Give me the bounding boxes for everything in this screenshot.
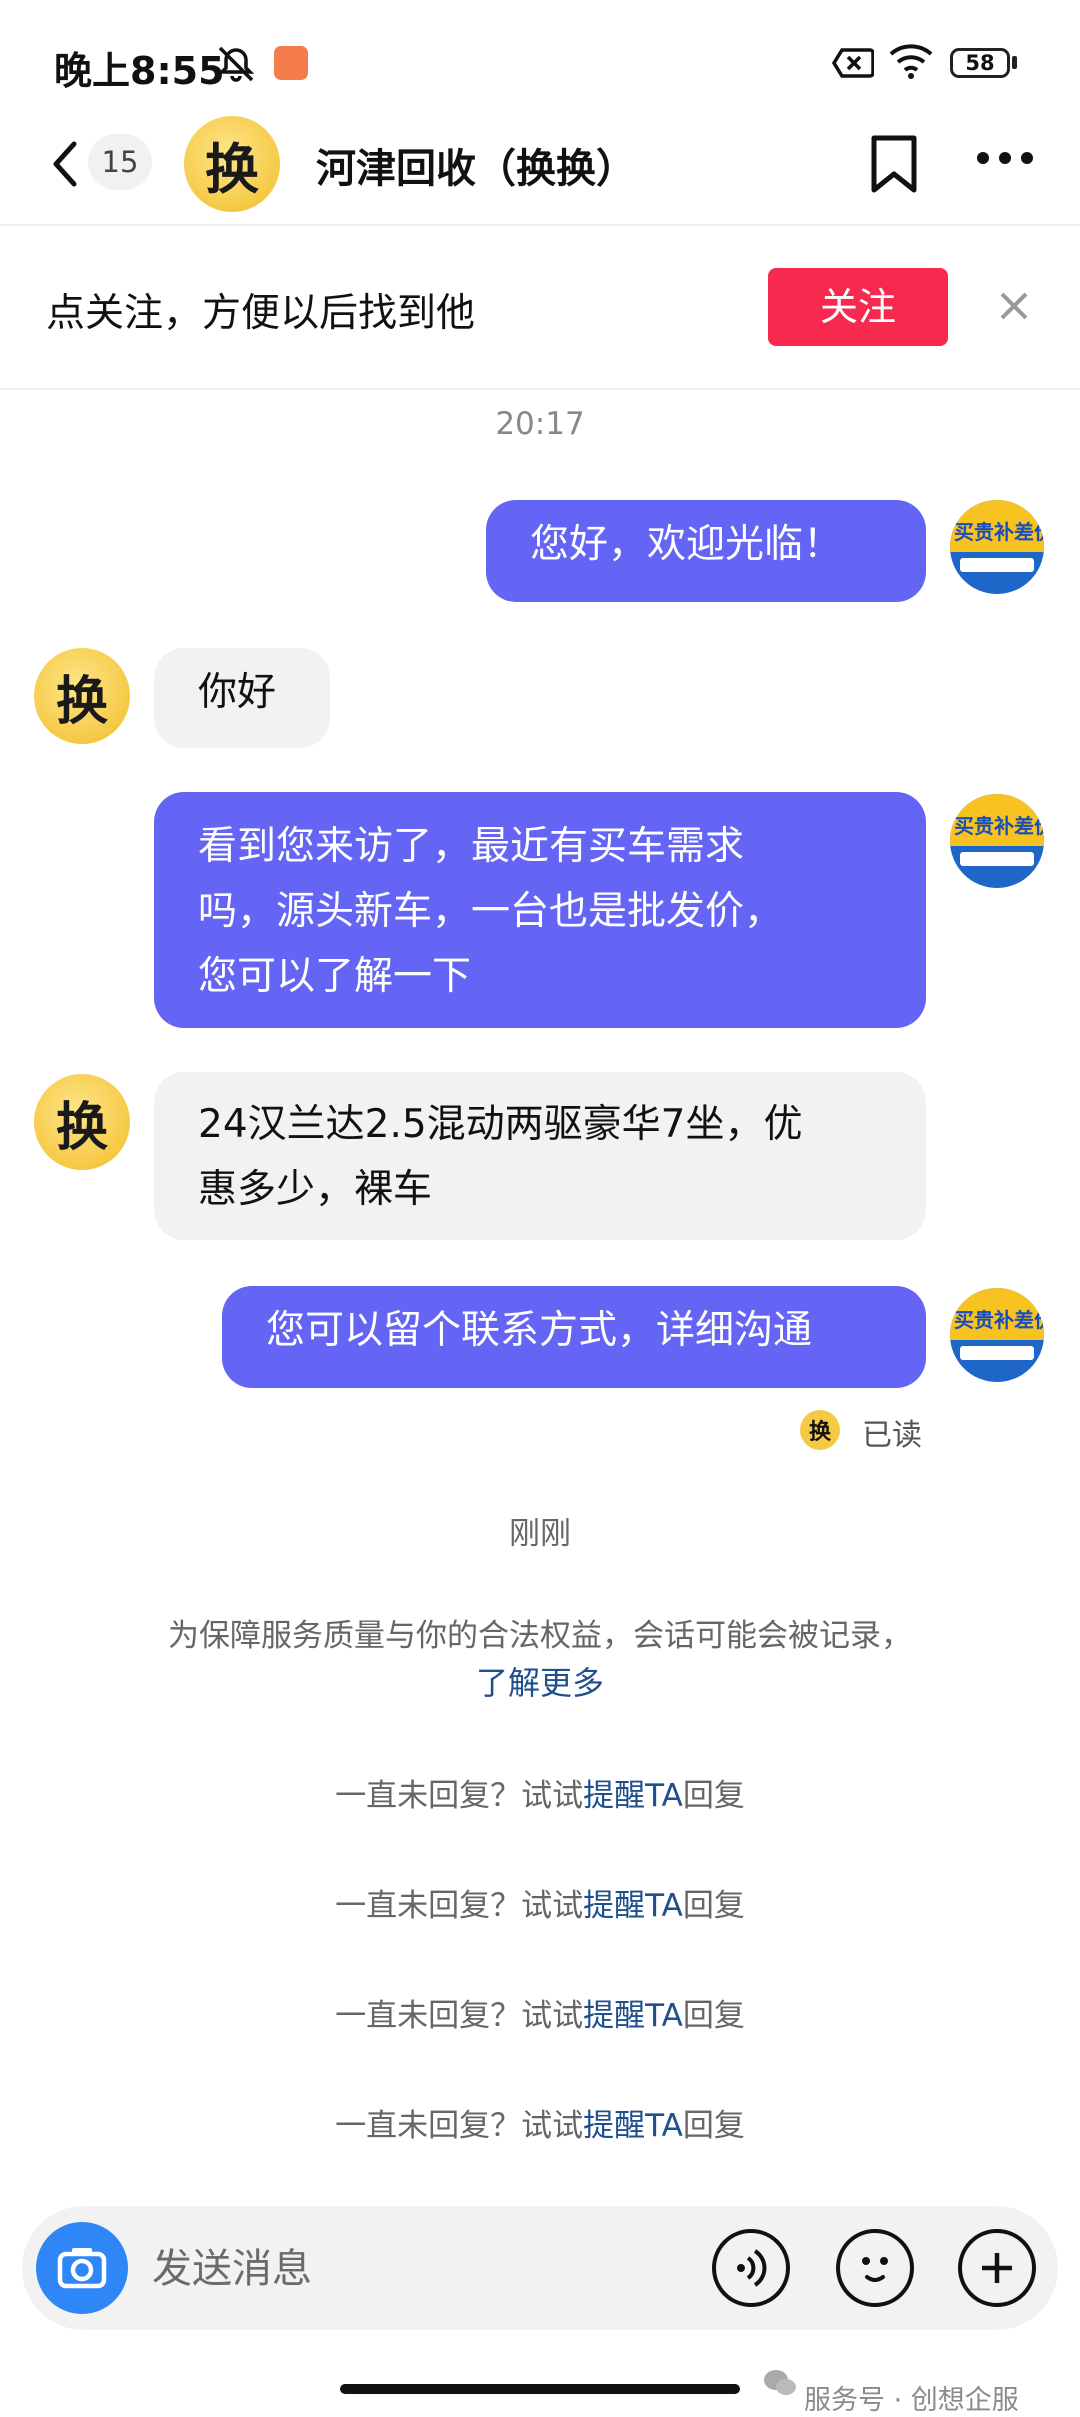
remind-link[interactable]: 提醒TA — [583, 1778, 683, 1814]
home-indicator[interactable] — [340, 2384, 740, 2394]
watermark: 服务号 · 创想企服 — [804, 2385, 1019, 2416]
message-line: 惠多少，裸车 — [198, 1167, 433, 1212]
reminder-prefix: 一直未回复？试试 — [335, 2108, 584, 2144]
reminder-suffix: 回复 — [682, 2108, 745, 2144]
contact-avatar[interactable]: 换 — [184, 116, 280, 212]
follow-tip: 点关注，方便以后找到他 — [46, 291, 476, 336]
contact-avatar-small[interactable]: 换 — [34, 648, 130, 744]
camera-button[interactable] — [36, 2222, 128, 2314]
header-divider — [0, 224, 1080, 226]
message-bubble-incoming[interactable]: 24汉兰达2.5混动两驱豪华7坐，优 惠多少，裸车 — [154, 1072, 926, 1240]
reminder-prompt: 一直未回复？试试提醒TA回复 — [0, 1770, 1080, 1815]
camera-icon — [57, 2248, 107, 2289]
reminder-prefix: 一直未回复？试试 — [335, 1778, 584, 1814]
more-options-icon[interactable] — [976, 150, 1034, 169]
message-bubble-outgoing[interactable]: 您好，欢迎光临！ — [486, 500, 926, 602]
message-bubble-incoming[interactable]: 你好 — [154, 648, 330, 748]
back-icon[interactable] — [50, 140, 80, 192]
read-status: 已读 — [862, 1418, 922, 1453]
chat-title: 河津回收（换换） — [316, 146, 636, 192]
reminder-prefix: 一直未回复？试试 — [335, 1888, 584, 1924]
remind-link[interactable]: 提醒TA — [583, 2108, 683, 2144]
my-avatar[interactable]: 买贵补差价 — [950, 1288, 1044, 1382]
unread-count-badge[interactable]: 15 — [88, 134, 152, 190]
contact-avatar-small[interactable]: 换 — [34, 1074, 130, 1170]
wifi-icon — [888, 42, 934, 84]
message-input[interactable] — [150, 2236, 674, 2302]
status-time: 晚上8:55 — [54, 49, 225, 93]
battery-tip — [1012, 56, 1017, 69]
message-line: 24汉兰达2.5混动两驱豪华7坐，优 — [198, 1102, 803, 1147]
read-receipt-avatar: 换 — [800, 1410, 840, 1450]
close-icon[interactable] — [998, 290, 1030, 326]
learn-more-link[interactable]: 了解更多 — [0, 1658, 1080, 1704]
message-bubble-outgoing[interactable]: 您可以留个联系方式，详细沟通 — [222, 1286, 926, 1388]
voice-icon[interactable] — [712, 2229, 790, 2307]
my-avatar[interactable]: 买贵补差价 — [950, 500, 1044, 594]
message-line: 看到您来访了，最近有买车需求 — [198, 824, 745, 869]
remind-link[interactable]: 提醒TA — [583, 1998, 683, 2034]
battery-indicator: 58 — [950, 48, 1010, 78]
remind-link[interactable]: 提醒TA — [583, 1888, 683, 1924]
alarm-off-icon — [214, 42, 258, 90]
chat-timestamp: 20:17 — [495, 406, 585, 442]
privacy-notice: 为保障服务质量与你的合法权益，会话可能会被记录， — [168, 1618, 912, 1654]
message-line: 吗，源头新车，一台也是批发价， — [198, 889, 784, 934]
message-line: 您可以了解一下 — [198, 954, 472, 999]
reminder-prompt: 一直未回复？试试提醒TA回复 — [0, 1880, 1080, 1925]
reminder-prompt: 一直未回复？试试提醒TA回复 — [0, 2100, 1080, 2145]
recent-time-label: 刚刚 — [509, 1516, 571, 1552]
add-icon[interactable] — [958, 2229, 1036, 2307]
no-sim-icon — [831, 48, 875, 82]
reminder-suffix: 回复 — [682, 1888, 745, 1924]
reminder-prompt: 一直未回复？试试提醒TA回复 — [0, 1990, 1080, 2035]
message-bubble-outgoing[interactable]: 看到您来访了，最近有买车需求 吗，源头新车，一台也是批发价， 您可以了解一下 — [154, 792, 926, 1028]
wechat-icon — [762, 2368, 798, 2402]
app-notification-icon — [274, 46, 308, 80]
reminder-suffix: 回复 — [682, 1778, 745, 1814]
follow-button[interactable]: 关注 — [768, 268, 948, 346]
emoji-icon[interactable] — [836, 2229, 914, 2307]
reminder-suffix: 回复 — [682, 1998, 745, 2034]
my-avatar[interactable]: 买贵补差价 — [950, 794, 1044, 888]
bookmark-icon[interactable] — [868, 134, 920, 198]
reminder-prefix: 一直未回复？试试 — [335, 1998, 584, 2034]
